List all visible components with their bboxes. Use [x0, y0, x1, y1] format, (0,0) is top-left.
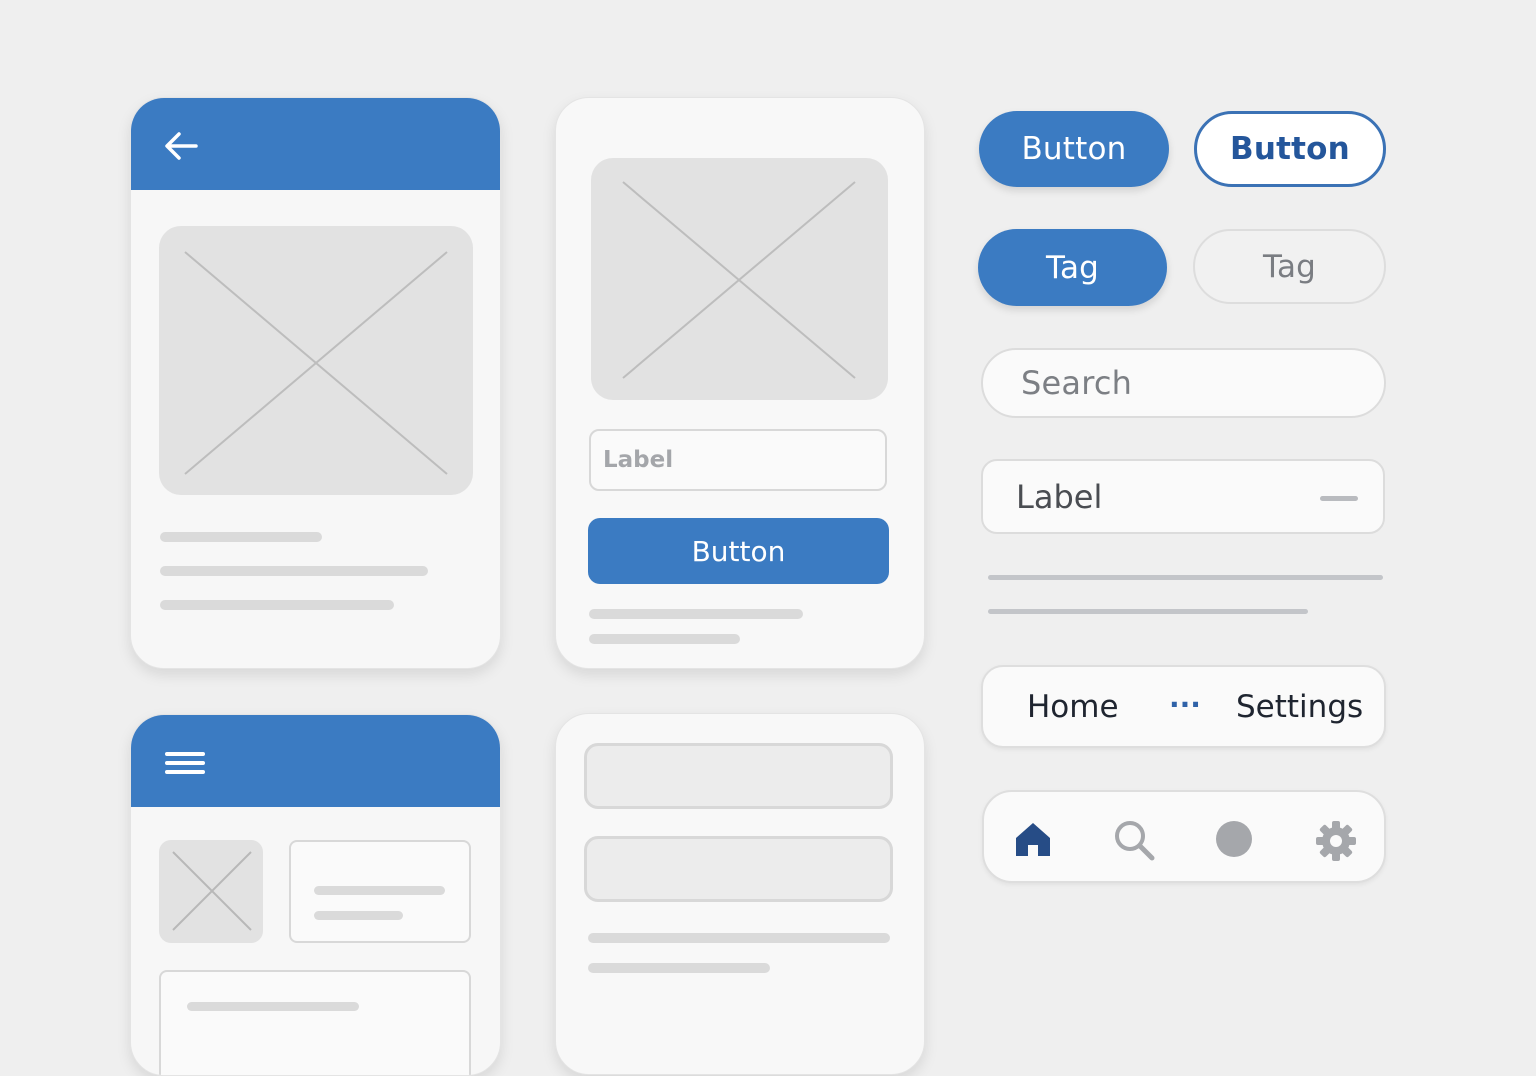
solid-button-label: Button — [1021, 131, 1127, 167]
text-line — [314, 911, 403, 920]
tag-inactive[interactable]: Tag — [1193, 229, 1386, 304]
circle-icon[interactable] — [1214, 819, 1254, 859]
outline-button[interactable]: Button — [1194, 111, 1386, 187]
home-icon[interactable] — [1012, 818, 1054, 860]
form-screen-card: Label Button — [555, 97, 925, 669]
text-line — [160, 532, 322, 542]
nav-more[interactable]: ··· — [1169, 688, 1201, 721]
image-placeholder-icon — [159, 226, 473, 495]
input-list-card — [555, 713, 925, 1075]
text-line — [187, 1002, 359, 1011]
tab-bar — [982, 790, 1386, 883]
primary-button[interactable]: Button — [588, 518, 889, 584]
outline-button-label: Button — [1230, 131, 1350, 167]
text-line — [588, 933, 890, 943]
list-screen-card — [130, 714, 501, 1076]
search-placeholder: Search — [1021, 364, 1133, 402]
thumbnail-placeholder-icon — [159, 840, 263, 943]
divider-line — [988, 609, 1308, 614]
image-placeholder-icon — [591, 158, 888, 400]
tag-active[interactable]: Tag — [978, 229, 1167, 306]
arrow-left-icon[interactable] — [161, 128, 201, 164]
list-item-box[interactable] — [159, 970, 471, 1075]
input-field[interactable] — [584, 836, 893, 902]
text-line — [160, 566, 428, 576]
detail-screen-card — [130, 97, 501, 669]
app-bar — [131, 715, 500, 807]
nav-home[interactable]: Home — [1027, 689, 1119, 725]
text-line — [160, 600, 394, 610]
solid-button[interactable]: Button — [979, 111, 1169, 187]
select-label: Label — [1016, 477, 1103, 516]
select-field[interactable]: Label — [981, 459, 1385, 534]
search-icon[interactable] — [1112, 818, 1156, 862]
nav-bar: Home ··· Settings — [981, 665, 1386, 748]
input-field[interactable] — [584, 743, 893, 809]
field-label: Label — [603, 447, 674, 473]
text-line — [589, 609, 803, 619]
label-text-field[interactable]: Label — [589, 429, 887, 491]
hamburger-menu-icon[interactable] — [163, 747, 207, 779]
text-line — [589, 634, 740, 644]
tag-inactive-label: Tag — [1262, 248, 1317, 285]
tag-active-label: Tag — [1045, 249, 1100, 286]
divider-line — [988, 575, 1383, 580]
gear-icon[interactable] — [1314, 819, 1358, 863]
text-line — [314, 886, 445, 895]
search-input[interactable]: Search — [981, 348, 1386, 418]
list-item-box[interactable] — [289, 840, 471, 943]
nav-settings[interactable]: Settings — [1236, 689, 1363, 725]
app-bar — [131, 98, 500, 190]
text-line — [588, 963, 770, 973]
collapse-icon[interactable] — [1320, 496, 1358, 501]
primary-button-label: Button — [691, 534, 786, 568]
